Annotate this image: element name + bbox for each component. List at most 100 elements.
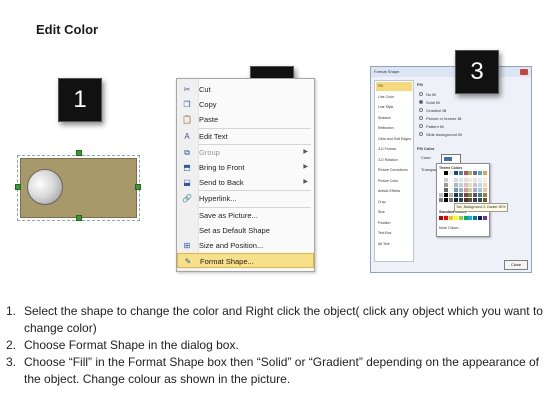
category-item[interactable]: Crop	[376, 198, 412, 207]
color-swatch[interactable]	[473, 193, 478, 197]
resize-handle-right[interactable]	[135, 184, 141, 190]
color-swatch[interactable]	[443, 171, 448, 175]
category-item[interactable]: Picture Corrections	[376, 166, 412, 175]
color-swatch[interactable]	[458, 188, 463, 192]
color-swatch[interactable]	[473, 171, 478, 175]
menu-item-paste[interactable]: 📋 Paste	[177, 112, 314, 127]
color-swatch[interactable]	[468, 188, 473, 192]
menu-item-send-to-back[interactable]: ⬓ Send to Back ▶	[177, 175, 314, 190]
color-swatch[interactable]	[439, 193, 443, 197]
menu-item-edit-text[interactable]: A Edit Text	[177, 129, 314, 144]
category-item[interactable]: Text Box	[376, 229, 412, 238]
color-swatch[interactable]	[443, 193, 448, 197]
color-swatch[interactable]	[453, 171, 458, 175]
color-swatch[interactable]	[453, 188, 458, 192]
color-swatch[interactable]	[468, 171, 473, 175]
standard-color-swatch[interactable]	[483, 216, 488, 220]
color-swatch[interactable]	[439, 178, 443, 182]
menu-item-group[interactable]: ⧉ Group ▶	[177, 145, 314, 160]
color-swatch[interactable]	[468, 193, 473, 197]
color-swatch[interactable]	[468, 198, 473, 202]
color-swatch[interactable]	[453, 193, 458, 197]
fill-option-radio[interactable]	[419, 92, 423, 96]
color-swatch[interactable]	[453, 178, 458, 182]
color-swatch[interactable]	[448, 178, 453, 182]
color-swatch[interactable]	[473, 178, 478, 182]
menu-item-set-as-default-shape[interactable]: Set as Default Shape	[177, 223, 314, 238]
standard-color-swatch[interactable]	[439, 216, 443, 220]
more-colors-link[interactable]: More Colors...	[439, 226, 461, 230]
fill-option-radio[interactable]	[419, 116, 423, 120]
resize-handle-bottom[interactable]	[76, 215, 82, 221]
fill-option-radio[interactable]	[419, 124, 423, 128]
color-swatch[interactable]	[478, 198, 483, 202]
menu-item-bring-to-front[interactable]: ⬒ Bring to Front ▶	[177, 160, 314, 175]
menu-item-cut[interactable]: ✂ Cut	[177, 82, 314, 97]
close-button[interactable]: Close	[504, 260, 528, 270]
color-swatch[interactable]	[458, 171, 463, 175]
color-swatch[interactable]	[478, 188, 483, 192]
standard-color-swatch[interactable]	[468, 216, 473, 220]
color-swatch[interactable]	[463, 188, 468, 192]
color-swatch[interactable]	[483, 178, 488, 182]
color-swatch[interactable]	[468, 178, 473, 182]
color-swatch[interactable]	[443, 183, 448, 187]
color-swatch[interactable]	[458, 193, 463, 197]
color-swatch[interactable]	[473, 198, 478, 202]
standard-color-swatch[interactable]	[458, 216, 463, 220]
color-swatch[interactable]	[463, 193, 468, 197]
color-swatch[interactable]	[439, 198, 443, 202]
menu-item-size-and-position[interactable]: ⊞ Size and Position...	[177, 238, 314, 253]
category-item[interactable]: Shadow	[376, 114, 412, 123]
rotate-handle[interactable]	[76, 150, 82, 156]
category-item[interactable]: Size	[376, 208, 412, 217]
color-swatch[interactable]	[478, 171, 483, 175]
color-swatch[interactable]	[483, 198, 488, 202]
color-swatch[interactable]	[463, 171, 468, 175]
standard-color-swatch[interactable]	[453, 216, 458, 220]
color-swatch[interactable]	[478, 193, 483, 197]
standard-color-swatch[interactable]	[473, 216, 478, 220]
color-swatch[interactable]	[443, 178, 448, 182]
menu-item-hyperlink[interactable]: 🔗 Hyperlink...	[177, 191, 314, 206]
color-swatch[interactable]	[483, 183, 488, 187]
color-swatch[interactable]	[448, 193, 453, 197]
category-item[interactable]: Position	[376, 219, 412, 228]
color-swatch[interactable]	[458, 198, 463, 202]
selected-shape[interactable]	[20, 158, 137, 218]
fill-option-radio[interactable]	[419, 132, 423, 136]
menu-item-save-as-picture[interactable]: Save as Picture...	[177, 208, 314, 223]
fill-option-radio[interactable]	[419, 108, 423, 112]
fill-option-radio[interactable]	[419, 100, 423, 104]
color-swatch[interactable]	[478, 178, 483, 182]
category-item[interactable]: Alt Text	[376, 240, 412, 249]
color-swatch[interactable]	[448, 198, 453, 202]
color-swatch[interactable]	[443, 198, 448, 202]
color-swatch[interactable]	[483, 193, 488, 197]
color-swatch[interactable]	[463, 178, 468, 182]
color-swatch[interactable]	[478, 183, 483, 187]
close-icon[interactable]	[520, 69, 528, 75]
color-swatch[interactable]	[468, 183, 473, 187]
color-swatch[interactable]	[458, 178, 463, 182]
standard-color-swatch[interactable]	[448, 216, 453, 220]
color-swatch[interactable]	[463, 198, 468, 202]
color-swatch[interactable]	[439, 171, 443, 175]
color-swatch[interactable]	[439, 183, 443, 187]
color-swatch[interactable]	[453, 183, 458, 187]
color-swatch[interactable]	[453, 198, 458, 202]
color-swatch[interactable]	[473, 188, 478, 192]
color-swatch[interactable]	[473, 183, 478, 187]
menu-item-format-shape[interactable]: ✎ Format Shape...	[177, 253, 314, 269]
color-swatch[interactable]	[448, 183, 453, 187]
menu-item-copy[interactable]: ❐ Copy	[177, 97, 314, 112]
color-swatch[interactable]	[439, 188, 443, 192]
category-item[interactable]: Line Color	[376, 93, 412, 102]
color-swatch[interactable]	[483, 188, 488, 192]
color-swatch[interactable]	[458, 183, 463, 187]
category-item[interactable]: Fill	[376, 82, 412, 91]
category-item[interactable]: Glow and Soft Edges	[376, 135, 412, 144]
category-item[interactable]: Line Style	[376, 103, 412, 112]
color-swatch[interactable]	[448, 171, 453, 175]
resize-handle-left[interactable]	[15, 184, 21, 190]
